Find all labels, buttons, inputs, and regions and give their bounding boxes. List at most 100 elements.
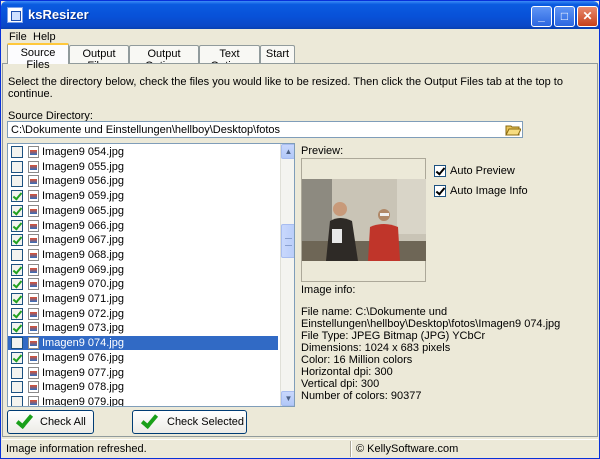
title-bar[interactable]: ksResizer _ □ ✕ bbox=[1, 1, 599, 29]
info-line: Vertical dpi: 300 bbox=[301, 378, 380, 390]
file-checkbox[interactable] bbox=[11, 395, 23, 406]
file-name: Imagen9 059.jpg bbox=[42, 190, 124, 203]
vertical-scrollbar[interactable]: ▲ ▼ bbox=[280, 144, 294, 406]
file-checkbox[interactable] bbox=[11, 293, 23, 305]
check-selected-label: Check Selected bbox=[167, 416, 245, 428]
green-check-icon bbox=[16, 415, 29, 428]
file-name: Imagen9 069.jpg bbox=[42, 263, 124, 276]
file-checkbox[interactable] bbox=[11, 263, 23, 276]
check-all-label: Check All bbox=[40, 416, 86, 428]
tab-text-options[interactable]: Text Options bbox=[199, 45, 260, 72]
check-all-button[interactable]: Check All bbox=[7, 410, 94, 434]
auto-image-info-checkbox[interactable] bbox=[434, 185, 446, 197]
file-name: Imagen9 056.jpg bbox=[42, 175, 124, 188]
tab-source-files[interactable]: Source Files bbox=[7, 43, 69, 71]
file-list-item[interactable]: Imagen9 066.jpg bbox=[8, 219, 278, 233]
tab-start[interactable]: Start bbox=[260, 45, 295, 63]
jpg-file-icon bbox=[28, 351, 39, 364]
file-name: Imagen9 073.jpg bbox=[42, 322, 124, 335]
file-list-item[interactable]: Imagen9 076.jpg bbox=[8, 351, 278, 365]
menu-help[interactable]: Help bbox=[33, 31, 56, 43]
auto-preview-label: Auto Preview bbox=[450, 165, 515, 177]
close-button[interactable]: ✕ bbox=[577, 6, 598, 27]
file-checkbox[interactable] bbox=[11, 219, 23, 232]
jpg-file-icon bbox=[28, 307, 39, 320]
info-line: File name: C:\Dokumente und bbox=[301, 306, 448, 318]
file-checkbox[interactable] bbox=[11, 146, 23, 158]
file-checkbox[interactable] bbox=[11, 204, 23, 217]
file-list-item[interactable]: Imagen9 072.jpg bbox=[8, 307, 278, 321]
info-line: Dimensions: 1024 x 683 pixels bbox=[301, 342, 451, 354]
tab-strip: Source Files Output Files Output Options… bbox=[2, 43, 598, 72]
menu-file[interactable]: File bbox=[9, 31, 27, 43]
check-selected-button[interactable]: Check Selected bbox=[132, 410, 247, 434]
file-name: Imagen9 076.jpg bbox=[42, 351, 124, 364]
open-folder-icon[interactable] bbox=[505, 123, 521, 136]
file-name: Imagen9 078.jpg bbox=[42, 381, 124, 394]
jpg-file-icon bbox=[28, 322, 39, 335]
jpg-file-icon bbox=[28, 175, 39, 188]
app-icon bbox=[7, 7, 23, 23]
file-checkbox[interactable] bbox=[11, 351, 23, 364]
file-name: Imagen9 068.jpg bbox=[42, 248, 124, 261]
file-list-item[interactable]: Imagen9 079.jpg bbox=[8, 395, 278, 407]
file-name: Imagen9 070.jpg bbox=[42, 278, 124, 291]
info-line: Horizontal dpi: 300 bbox=[301, 366, 393, 378]
file-checkbox[interactable] bbox=[11, 307, 23, 320]
file-checkbox[interactable] bbox=[11, 366, 23, 379]
file-list-item[interactable]: Imagen9 074.jpg bbox=[8, 336, 278, 351]
file-list-item[interactable]: Imagen9 054.jpg bbox=[8, 145, 278, 159]
jpg-file-icon bbox=[28, 278, 39, 291]
file-name: Imagen9 054.jpg bbox=[42, 146, 124, 158]
file-list[interactable]: Imagen9 054.jpg Imagen9 055.jpg Imagen9 05… bbox=[7, 143, 295, 407]
jpg-file-icon bbox=[28, 204, 39, 217]
tab-output-options[interactable]: Output Options bbox=[129, 45, 199, 72]
file-list-item[interactable]: Imagen9 078.jpg bbox=[8, 380, 278, 394]
jpg-file-icon bbox=[28, 337, 39, 350]
tab-output-files[interactable]: Output Files bbox=[69, 45, 129, 72]
jpg-file-icon bbox=[28, 366, 39, 379]
window-title: ksResizer bbox=[28, 7, 89, 22]
scroll-down-button[interactable]: ▼ bbox=[281, 391, 294, 406]
status-message: Image information refreshed. bbox=[6, 443, 147, 455]
jpg-file-icon bbox=[28, 381, 39, 394]
status-bar: Image information refreshed. © KellySoft… bbox=[2, 439, 598, 458]
copyright-text: © KellySoftware.com bbox=[356, 443, 459, 455]
file-checkbox[interactable] bbox=[11, 337, 23, 350]
file-list-item[interactable]: Imagen9 070.jpg bbox=[8, 277, 278, 291]
file-checkbox[interactable] bbox=[11, 160, 23, 173]
minimize-button[interactable]: _ bbox=[531, 6, 552, 27]
file-list-item[interactable]: Imagen9 067.jpg bbox=[8, 233, 278, 247]
auto-preview-checkbox[interactable] bbox=[434, 165, 446, 177]
info-line: File Type: JPEG Bitmap (JPG) YCbCr bbox=[301, 330, 486, 342]
file-checkbox[interactable] bbox=[11, 278, 23, 291]
file-checkbox[interactable] bbox=[11, 234, 23, 247]
source-directory-input[interactable] bbox=[7, 121, 523, 138]
maximize-button[interactable]: □ bbox=[554, 6, 575, 27]
jpg-file-icon bbox=[28, 395, 39, 406]
instructions-text: Select the directory below, check the fi… bbox=[8, 76, 563, 100]
file-list-item[interactable]: Imagen9 065.jpg bbox=[8, 204, 278, 218]
file-list-item[interactable]: Imagen9 069.jpg bbox=[8, 263, 278, 277]
file-name: Imagen9 071.jpg bbox=[42, 293, 124, 305]
file-list-item[interactable]: Imagen9 056.jpg bbox=[8, 174, 278, 188]
scroll-thumb[interactable] bbox=[281, 224, 294, 258]
file-list-item[interactable]: Imagen9 077.jpg bbox=[8, 366, 278, 380]
jpg-file-icon bbox=[28, 219, 39, 232]
scroll-up-button[interactable]: ▲ bbox=[281, 144, 294, 159]
jpg-file-icon bbox=[28, 146, 39, 158]
file-checkbox[interactable] bbox=[11, 190, 23, 203]
file-checkbox[interactable] bbox=[11, 175, 23, 188]
file-checkbox[interactable] bbox=[11, 248, 23, 261]
status-divider bbox=[350, 441, 352, 457]
file-checkbox[interactable] bbox=[11, 381, 23, 394]
preview-label: Preview: bbox=[301, 145, 344, 157]
file-list-item[interactable]: Imagen9 071.jpg bbox=[8, 292, 278, 306]
file-list-item[interactable]: Imagen9 068.jpg bbox=[8, 248, 278, 262]
file-checkbox[interactable] bbox=[11, 322, 23, 335]
file-name: Imagen9 079.jpg bbox=[42, 395, 124, 407]
file-list-item[interactable]: Imagen9 073.jpg bbox=[8, 321, 278, 335]
file-list-item[interactable]: Imagen9 055.jpg bbox=[8, 160, 278, 174]
file-list-item[interactable]: Imagen9 059.jpg bbox=[8, 189, 278, 203]
file-name: Imagen9 066.jpg bbox=[42, 219, 124, 232]
